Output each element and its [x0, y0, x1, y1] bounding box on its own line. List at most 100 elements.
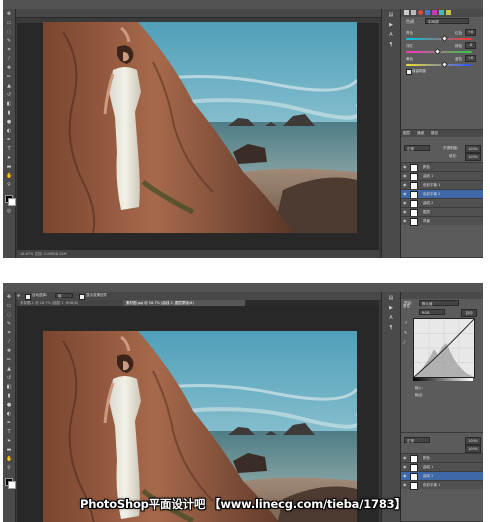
layer-row[interactable]: ◉ 色彩平衡 2	[401, 189, 483, 199]
auto-button[interactable]: 自动	[461, 309, 477, 317]
visibility-eye-icon[interactable]: ◉	[403, 190, 407, 198]
quick-select-tool-icon[interactable]: ✎	[6, 322, 12, 327]
point-edit-icon[interactable]: ↗	[404, 320, 407, 325]
visibility-eye-icon[interactable]: ◉	[403, 163, 407, 171]
path-select-tool-icon[interactable]: ➤	[6, 439, 12, 444]
tab-layers[interactable]: 图层	[401, 130, 412, 137]
yellow-blue-slider[interactable]	[406, 60, 472, 69]
hand-tool-icon[interactable]: ✋	[6, 174, 12, 179]
crop-tool-icon[interactable]: ⌗	[6, 48, 12, 53]
crop-tool-icon[interactable]: ⌗	[6, 331, 12, 336]
fill-input[interactable]: 100%	[465, 445, 481, 453]
hand-tool-icon[interactable]: ✋	[6, 457, 12, 462]
blend-mode-select[interactable]: 正常	[404, 145, 430, 151]
cyan-red-value[interactable]: +8	[465, 29, 476, 36]
blend-mode-select[interactable]: 正常	[404, 437, 430, 443]
history-brush-tool-icon[interactable]: ↺	[6, 376, 12, 381]
lasso-tool-icon[interactable]: ◌	[6, 30, 12, 35]
black-point-eyedropper-icon[interactable]: ⁄	[404, 340, 405, 345]
layer-row[interactable]: ◉ 图层	[401, 207, 483, 217]
layer-row[interactable]: ◉ 颜色	[401, 453, 483, 463]
pen-tool-icon[interactable]: ✒	[6, 138, 12, 143]
brush-tool-icon[interactable]: ✏	[6, 358, 12, 363]
layer-row[interactable]: ◉ 曲线 1	[401, 171, 483, 181]
healing-tool-icon[interactable]: ✚	[6, 66, 12, 71]
channel-select[interactable]: RGB	[419, 309, 445, 315]
visibility-eye-icon[interactable]: ◉	[403, 217, 407, 225]
brightness-icon[interactable]	[404, 10, 409, 15]
history-panel-icon[interactable]: ▤	[388, 13, 394, 18]
eraser-tool-icon[interactable]: ◧	[6, 385, 12, 390]
paragraph-panel-icon[interactable]: ¶	[388, 326, 394, 331]
background-color-swatch[interactable]	[8, 198, 16, 206]
marquee-tool-icon[interactable]: ▭	[6, 304, 12, 309]
tab-channels[interactable]: 通道	[415, 130, 426, 137]
eyedropper-tool-icon[interactable]: ⁄	[6, 340, 12, 345]
visibility-eye-icon[interactable]: ◉	[403, 208, 407, 216]
magenta-green-slider[interactable]	[406, 47, 472, 56]
gradient-map-icon[interactable]	[446, 10, 451, 15]
stamp-tool-icon[interactable]: ▲	[6, 84, 12, 89]
path-select-tool-icon[interactable]: ➤	[6, 156, 12, 161]
preset-select[interactable]: 默认值	[419, 300, 459, 306]
eyedropper-tool-icon[interactable]: ⁄	[6, 57, 12, 62]
zoom-tool-icon[interactable]: ⚲	[6, 183, 12, 188]
move-tool-icon[interactable]: ✥	[6, 12, 12, 17]
actions-panel-icon[interactable]: ▶	[388, 23, 394, 28]
stamp-tool-icon[interactable]: ▲	[6, 367, 12, 372]
character-panel-icon[interactable]: A	[388, 33, 394, 38]
layer-row[interactable]: ◉ 背景	[401, 216, 483, 226]
layer-row[interactable]: ◉ 色彩平衡 1	[401, 180, 483, 190]
tab-paths[interactable]: 路径	[429, 130, 440, 137]
visibility-eye-icon[interactable]: ◉	[403, 472, 407, 480]
visibility-eye-icon[interactable]: ◉	[403, 481, 407, 489]
levels-icon[interactable]	[411, 10, 416, 15]
document-photo[interactable]	[43, 331, 357, 522]
tone-select[interactable]: 中间调	[425, 18, 469, 24]
yellow-blue-value[interactable]: +8	[465, 55, 476, 62]
type-tool-icon[interactable]: T	[6, 430, 12, 435]
curves-graph[interactable]	[413, 318, 475, 378]
character-panel-icon[interactable]: A	[388, 316, 394, 321]
visibility-eye-icon[interactable]: ◉	[403, 172, 407, 180]
brush-tool-icon[interactable]: ✏	[6, 75, 12, 80]
document-photo[interactable]	[43, 22, 357, 233]
history-brush-tool-icon[interactable]: ↺	[6, 93, 12, 98]
layer-row[interactable]: ◉ 色彩平衡 1	[401, 480, 483, 490]
layer-row[interactable]: ◉ 曲线 1	[401, 462, 483, 472]
lasso-tool-icon[interactable]: ◌	[6, 313, 12, 318]
visibility-eye-icon[interactable]: ◉	[403, 463, 407, 471]
pencil-edit-icon[interactable]: ✎	[404, 330, 407, 335]
layer-row[interactable]: ◉ 曲线 2	[401, 471, 483, 481]
quick-select-tool-icon[interactable]: ✎	[6, 39, 12, 44]
dodge-tool-icon[interactable]: ◐	[6, 412, 12, 417]
fill-input[interactable]: 100%	[465, 153, 481, 161]
layer-row[interactable]: ◉ 曲线 2	[401, 198, 483, 208]
blur-tool-icon[interactable]: ●	[6, 120, 12, 125]
paragraph-panel-icon[interactable]: ¶	[388, 43, 394, 48]
auto-select-target[interactable]: 组	[55, 293, 73, 298]
opacity-input[interactable]: 100%	[465, 145, 481, 153]
layer-row[interactable]: ◉ 颜色	[401, 162, 483, 172]
type-tool-icon[interactable]: T	[6, 147, 12, 152]
gradient-tool-icon[interactable]: ▮	[6, 394, 12, 399]
move-tool-option-icon[interactable]: ✥	[17, 293, 20, 298]
vibrance-icon[interactable]	[432, 10, 437, 15]
cyan-red-slider[interactable]	[406, 34, 472, 43]
marquee-tool-icon[interactable]: ▭	[6, 21, 12, 26]
pen-tool-icon[interactable]: ✒	[6, 421, 12, 426]
background-color-swatch[interactable]	[8, 481, 16, 489]
blur-tool-icon[interactable]: ●	[6, 403, 12, 408]
photo-filter-icon[interactable]	[439, 10, 444, 15]
shape-tool-icon[interactable]: ▬	[6, 165, 12, 170]
shape-tool-icon[interactable]: ▬	[6, 448, 12, 453]
zoom-tool-icon[interactable]: ⚲	[6, 466, 12, 471]
actions-panel-icon[interactable]: ▶	[388, 306, 394, 311]
magenta-green-value[interactable]: -8	[465, 42, 476, 49]
dodge-tool-icon[interactable]: ◐	[6, 129, 12, 134]
hue-saturation-icon[interactable]	[425, 10, 430, 15]
visibility-eye-icon[interactable]: ◉	[403, 199, 407, 207]
visibility-eye-icon[interactable]: ◉	[403, 454, 407, 462]
opacity-input[interactable]: 100%	[465, 437, 481, 445]
quick-mask-icon[interactable]: ◎	[6, 209, 12, 214]
